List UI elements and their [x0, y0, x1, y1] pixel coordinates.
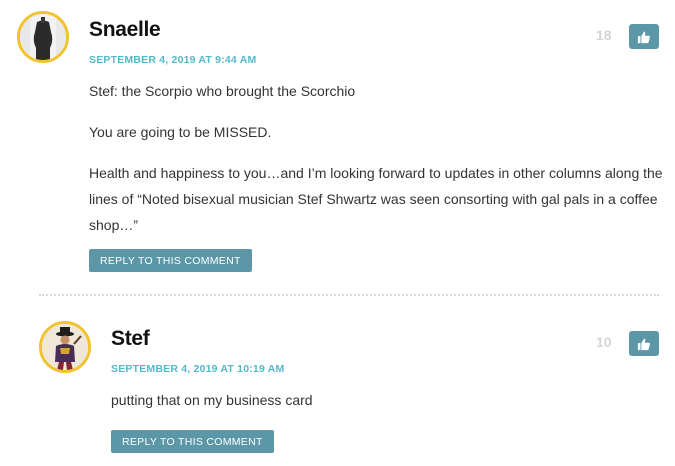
thumbs-up-icon: [637, 338, 651, 350]
like-count: 10: [596, 334, 612, 350]
like-button[interactable]: [629, 331, 659, 356]
costumed-figure-avatar-icon: [42, 324, 88, 370]
avatar[interactable]: [39, 321, 91, 373]
comment-body: putting that on my business card: [111, 387, 661, 413]
comment-paragraph: putting that on my business card: [111, 392, 313, 408]
reply-button[interactable]: REPLY TO THIS COMMENT: [111, 430, 274, 453]
comment-author[interactable]: Stef: [111, 327, 150, 351]
comment-stef: Stef SEPTEMBER 4, 2019 AT 10:19 AM 10 pu…: [0, 0, 675, 466]
comment-date[interactable]: SEPTEMBER 4, 2019 AT 10:19 AM: [111, 363, 284, 375]
